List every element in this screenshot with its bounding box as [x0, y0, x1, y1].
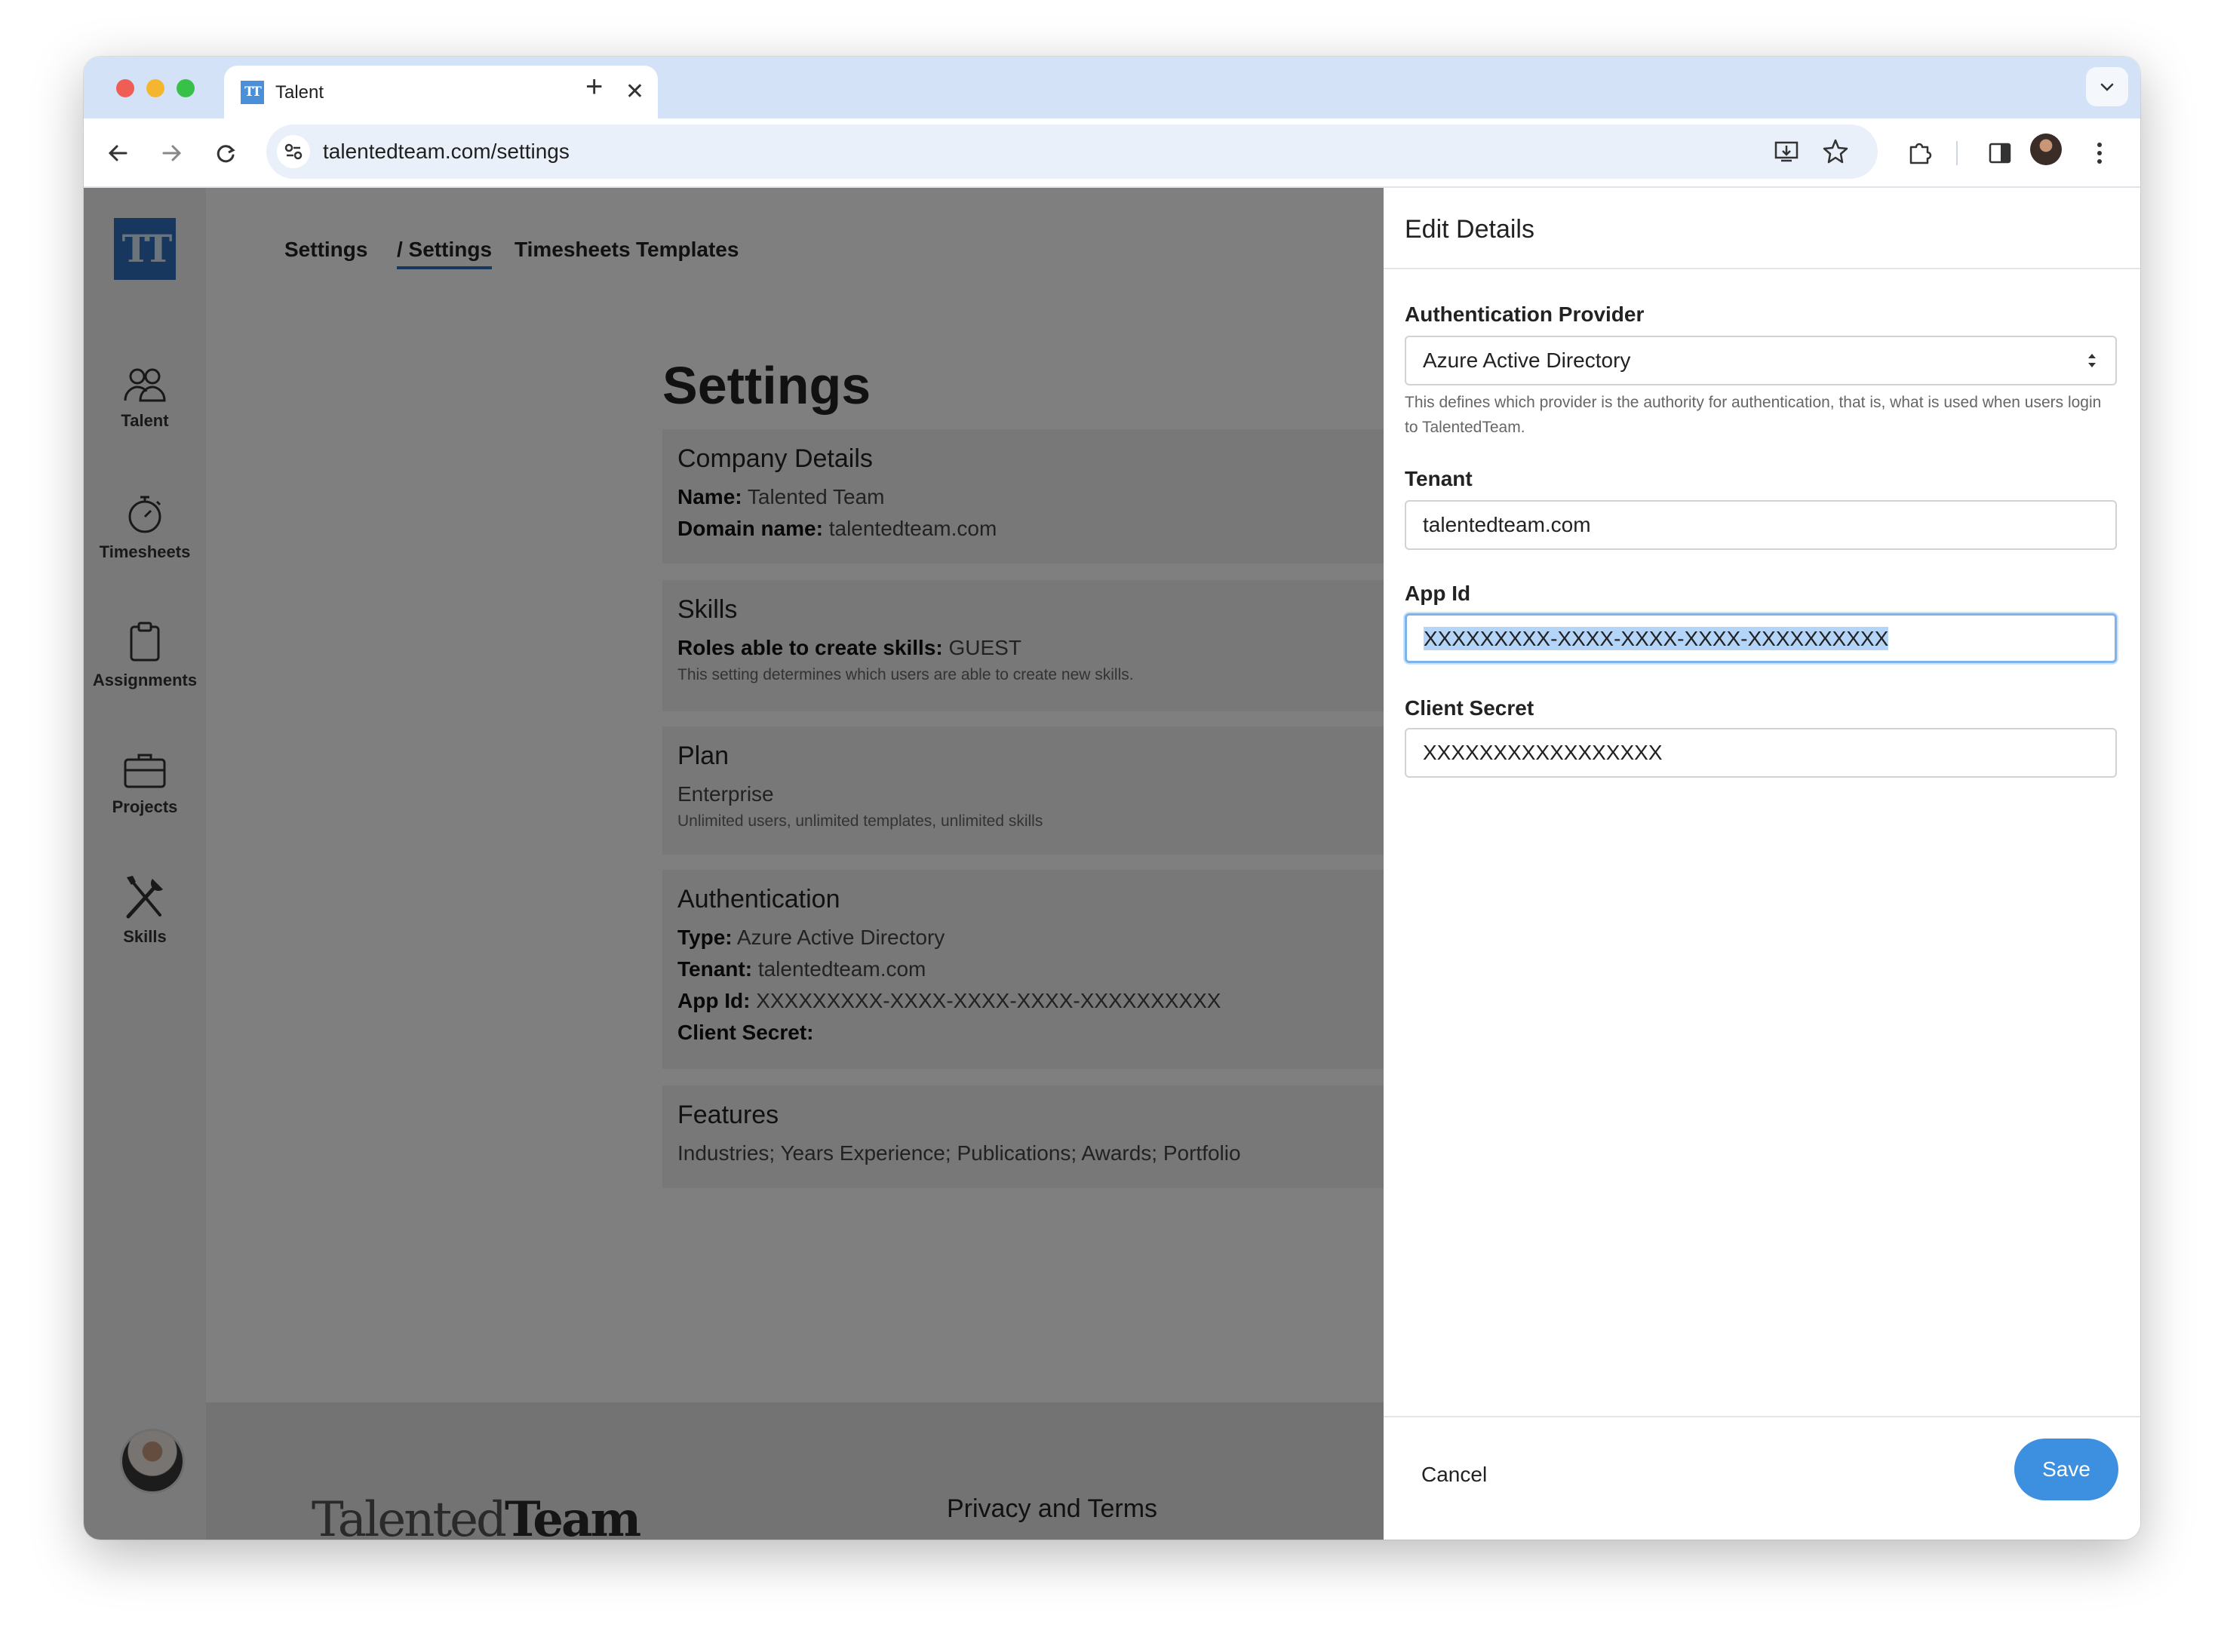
tab-strip: TT Talent ✕ + — [84, 57, 2140, 118]
page-content: TT Talent Timesheets Assignments Project… — [84, 188, 2140, 1540]
bookmark-star-icon[interactable] — [1820, 137, 1851, 167]
client-secret-label: Client Secret — [1405, 696, 1534, 720]
toolbar-divider — [1956, 141, 1958, 165]
reload-icon[interactable] — [209, 137, 242, 170]
tab-close-icon[interactable]: ✕ — [625, 78, 644, 106]
client-secret-input[interactable]: XXXXXXXXXXXXXXXXX — [1405, 728, 2117, 778]
tenant-label: Tenant — [1405, 467, 1473, 490]
tenant-input[interactable]: talentedteam.com — [1405, 500, 2117, 550]
provider-label: Authentication Provider — [1405, 302, 1645, 326]
tab-title: Talent — [275, 82, 324, 103]
edit-details-drawer: Edit Details Authentication Provider Azu… — [1384, 188, 2140, 1540]
extensions-icon[interactable] — [1903, 137, 1937, 170]
maximize-window-button[interactable] — [177, 79, 195, 97]
back-arrow-icon[interactable] — [102, 137, 135, 170]
minimize-window-button[interactable] — [146, 79, 164, 97]
select-arrows-icon — [2088, 354, 2096, 367]
chevron-down-icon — [2100, 83, 2114, 91]
provider-value: Azure Active Directory — [1423, 349, 1631, 372]
modal-backdrop[interactable] — [84, 188, 1384, 1540]
appid-value: XXXXXXXXX-XXXX-XXXX-XXXX-XXXXXXXXXX — [1424, 627, 1889, 650]
drawer-header: Edit Details — [1384, 188, 2140, 269]
more-menu-icon[interactable] — [2083, 137, 2116, 170]
save-button[interactable]: Save — [2014, 1439, 2118, 1500]
browser-toolbar: talentedteam.com/settings — [84, 118, 2140, 188]
close-window-button[interactable] — [116, 79, 134, 97]
appid-input[interactable]: XXXXXXXXX-XXXX-XXXX-XXXX-XXXXXXXXXX — [1405, 613, 2117, 663]
address-bar[interactable]: talentedteam.com/settings — [266, 124, 1878, 179]
provider-select[interactable]: Azure Active Directory — [1405, 336, 2117, 385]
drawer-title: Edit Details — [1405, 215, 1534, 244]
appid-label: App Id — [1405, 582, 1471, 605]
tab-search-button[interactable] — [2086, 67, 2128, 106]
favicon-icon: TT — [241, 81, 264, 104]
forward-arrow-icon[interactable] — [155, 137, 188, 170]
site-settings-icon[interactable] — [277, 135, 310, 168]
cancel-button[interactable]: Cancel — [1421, 1460, 1487, 1490]
drawer-footer: Cancel Save — [1384, 1416, 2140, 1540]
new-tab-button[interactable]: + — [585, 70, 603, 103]
profile-avatar[interactable] — [2030, 134, 2062, 165]
side-panel-icon[interactable] — [1983, 137, 2017, 170]
url-text[interactable]: talentedteam.com/settings — [323, 138, 570, 165]
browser-window: TT Talent ✕ + talentedteam.com/settings — [84, 57, 2140, 1540]
provider-help-text: This defines which provider is the autho… — [1405, 394, 2102, 436]
install-app-icon[interactable] — [1772, 137, 1802, 167]
